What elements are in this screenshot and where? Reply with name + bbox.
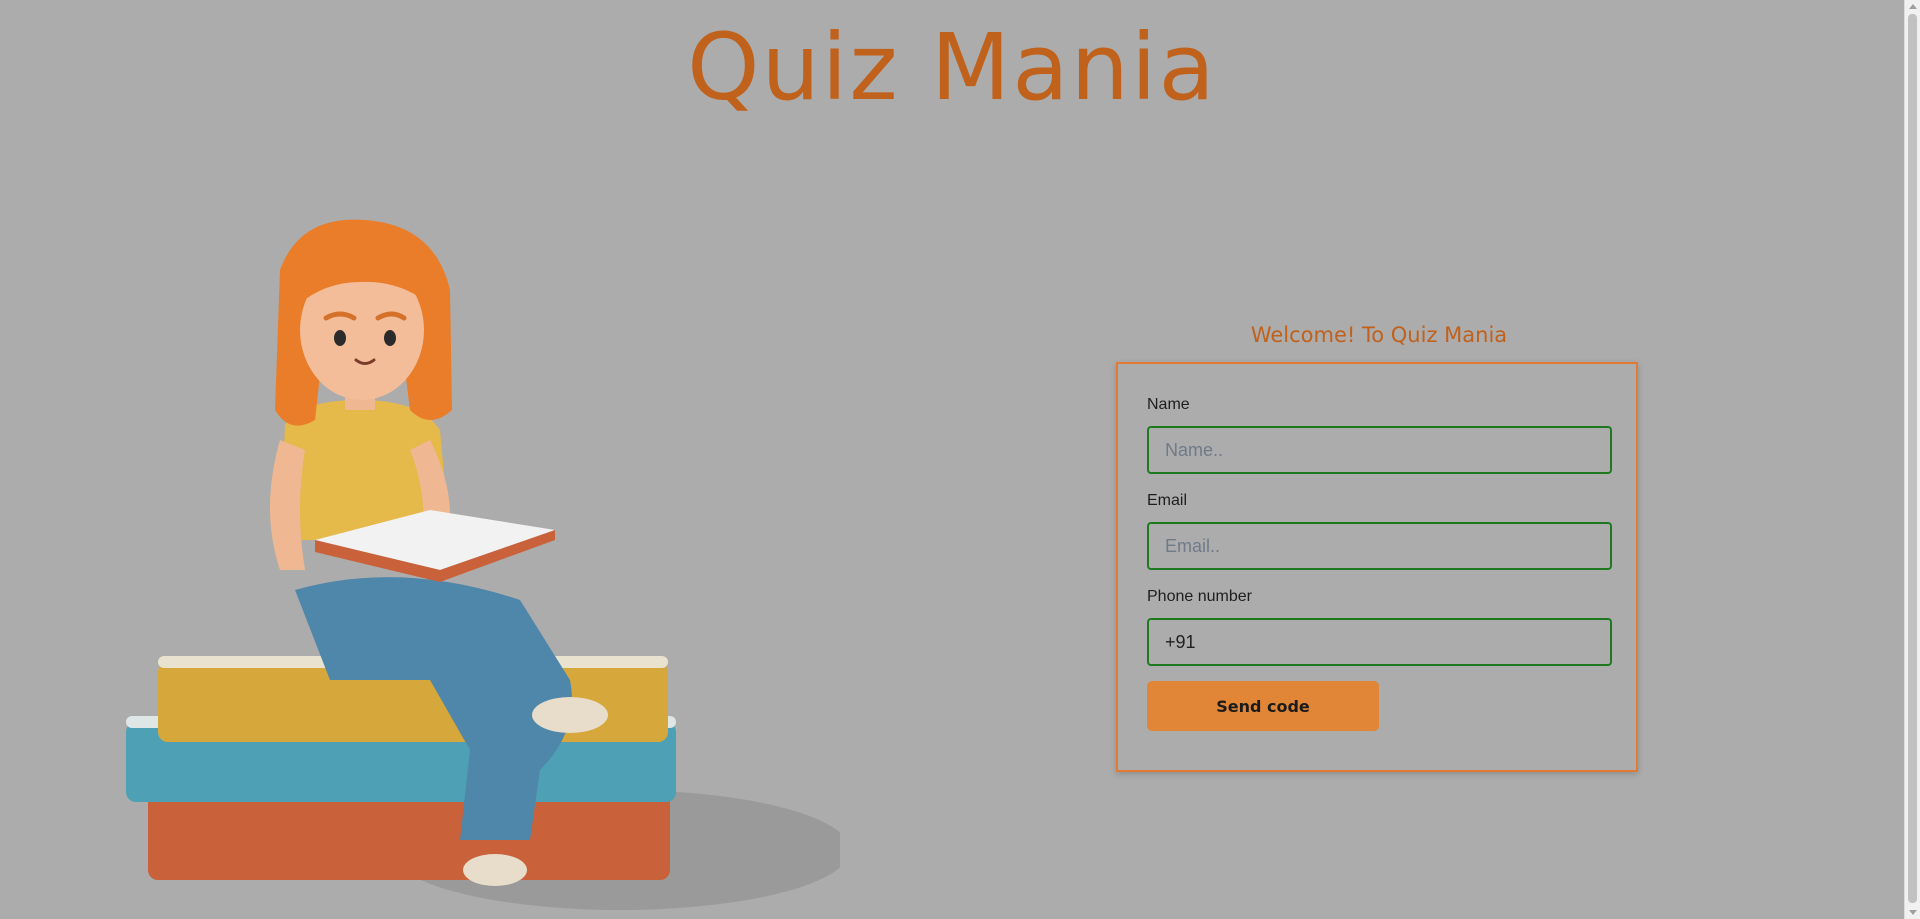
name-label: Name	[1147, 396, 1190, 413]
phone-input[interactable]	[1147, 618, 1612, 666]
book-orange	[148, 790, 670, 880]
email-label: Email	[1147, 492, 1188, 509]
page-title: Quiz Mania	[687, 14, 1217, 121]
scroll-down-icon[interactable]	[1909, 910, 1917, 915]
vertical-scrollbar[interactable]	[1904, 0, 1920, 919]
page: Quiz Mania Welcome! To Quiz Mania Name N…	[0, 0, 1920, 919]
name-input[interactable]	[1147, 426, 1612, 474]
welcome-heading: Welcome! To Quiz Mania	[1250, 323, 1508, 347]
girl-shoe-front	[532, 697, 608, 733]
email-input[interactable]	[1147, 522, 1612, 570]
girl-shoe-back	[463, 854, 527, 886]
girl-reading-on-books-illustration	[126, 219, 840, 910]
phone-label: Phone number	[1147, 588, 1252, 605]
signup-form: Name Email Phone number Send code	[1116, 362, 1638, 772]
send-code-button[interactable]: Send code	[1147, 681, 1379, 731]
scroll-up-icon[interactable]	[1909, 4, 1917, 9]
scroll-thumb[interactable]	[1908, 14, 1917, 903]
